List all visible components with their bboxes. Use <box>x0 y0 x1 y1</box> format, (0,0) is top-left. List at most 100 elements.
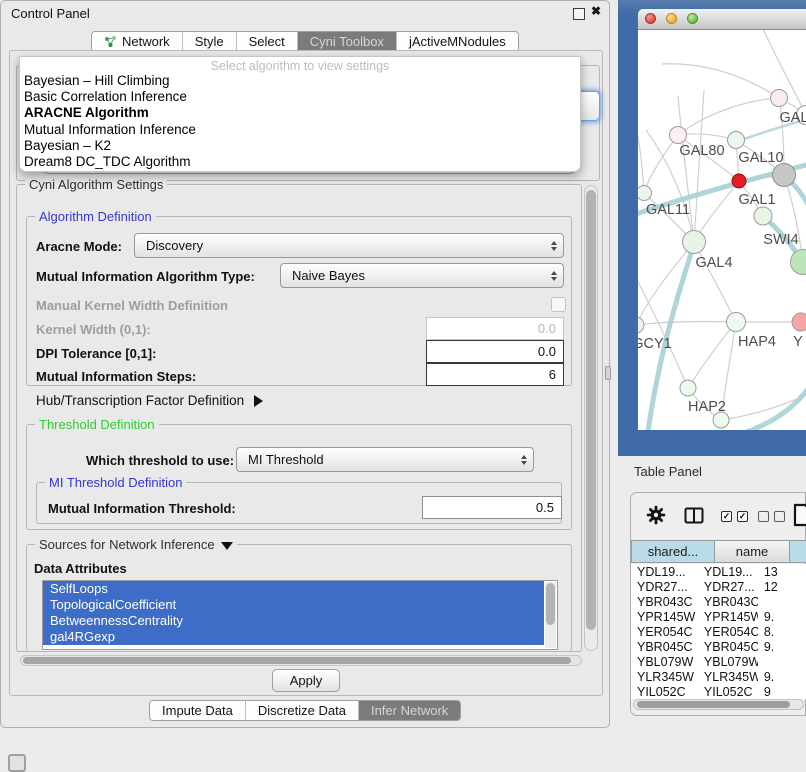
network-node-hap2[interactable] <box>680 380 697 397</box>
aracne-mode-combobox[interactable]: Discovery <box>134 233 564 258</box>
settings-vertical-scrollbar[interactable] <box>584 185 598 651</box>
which-threshold-combobox[interactable]: MI Threshold <box>236 447 534 472</box>
control-panel-title: Control Panel <box>11 6 90 21</box>
tab-infer-network[interactable]: Infer Network <box>358 701 460 720</box>
table-row[interactable]: YBR045CYBR045C9. <box>631 639 806 654</box>
gear-icon[interactable] <box>646 505 666 525</box>
column-header-name[interactable]: name <box>715 540 790 563</box>
attribute-item-selfloops[interactable]: SelfLoops <box>43 581 544 597</box>
sources-group-title: Sources for Network Inference <box>35 537 237 552</box>
table-horizontal-scrollbar[interactable] <box>633 699 804 710</box>
table-cell: YDL19... <box>631 565 698 579</box>
table-row[interactable]: YBR043CYBR043C <box>631 594 806 609</box>
algorithm-option-mutual-information-inference[interactable]: Mutual Information Inference <box>20 122 580 138</box>
network-node-gal10[interactable] <box>727 131 745 149</box>
attribute-item-gal4rgexp[interactable]: gal4RGexp <box>43 629 544 645</box>
kernel-width-label: Kernel Width (0,1): <box>36 322 151 337</box>
settings-horizontal-scrollbar[interactable] <box>20 655 582 666</box>
node-label-gal11: GAL11 <box>646 202 690 218</box>
tab-jactivemnodules[interactable]: jActiveMNodules <box>396 32 518 51</box>
node-label-hap4: HAP4 <box>738 334 776 350</box>
dpi-tolerance-field[interactable]: 0.0 <box>426 340 564 363</box>
hub-definition-toggle[interactable]: Hub/Transcription Factor Definition <box>36 393 263 408</box>
network-node-gal4[interactable] <box>682 230 706 254</box>
algorithm-option-basic-correlation-inference[interactable]: Basic Correlation Inference <box>20 89 580 105</box>
column-header-shared[interactable]: shared... <box>631 540 715 563</box>
node-label-swi4: SWI4 <box>763 232 798 248</box>
network-canvas[interactable]: GAL2GAL80GAL10GAL1GAL11SWI4GAL4GCY1HAP4Y… <box>638 30 806 430</box>
mi-threshold-group-title: MI Threshold Definition <box>45 475 186 490</box>
table-horizontal-scrollbar-thumb[interactable] <box>637 701 790 708</box>
mi-steps-field[interactable]: 6 <box>426 363 564 386</box>
dpi-tolerance-label: DPI Tolerance [0,1]: <box>36 346 156 361</box>
table-row[interactable]: YER054CYER054C8. <box>631 624 806 639</box>
split-columns-icon[interactable] <box>684 507 704 524</box>
network-icon <box>104 35 117 48</box>
network-node[interactable] <box>713 412 730 429</box>
algorithm-option-bayesian-k2[interactable]: Bayesian – K2 <box>20 138 580 154</box>
table-row[interactable]: YIL052CYIL052C9 <box>631 684 806 699</box>
tab-style[interactable]: Style <box>182 32 236 51</box>
node-label-gal4: GAL4 <box>695 255 732 271</box>
network-node-gal2[interactable] <box>770 89 788 107</box>
tab-impute-data[interactable]: Impute Data <box>150 701 245 720</box>
attribute-item-topologicalcoefficient[interactable]: TopologicalCoefficient <box>43 597 544 613</box>
close-traffic-light-icon[interactable] <box>645 13 656 24</box>
algorithm-option-dream8-dc-tdc-algorithm[interactable]: Dream8 DC_TDC Algorithm <box>20 154 580 170</box>
network-node-gal80[interactable] <box>669 126 687 144</box>
document-icon[interactable] <box>793 503 806 527</box>
list-scrollbar-thumb[interactable] <box>546 583 555 625</box>
network-node-hap4[interactable] <box>726 312 746 332</box>
splitter-grip[interactable] <box>605 366 611 380</box>
tab-label: jActiveMNodules <box>409 34 506 49</box>
expand-arrow-icon[interactable] <box>254 395 263 407</box>
data-attributes-list[interactable]: SelfLoopsTopologicalCoefficientBetweenne… <box>42 580 558 650</box>
settings-horizontal-scrollbar-thumb[interactable] <box>23 657 571 664</box>
network-node-gal1[interactable] <box>732 174 747 189</box>
node-label-gal1: GAL1 <box>738 192 775 208</box>
table-row[interactable]: YLR345WYLR345W9. <box>631 669 806 684</box>
table-row[interactable]: YDR27...YDR27...12 <box>631 579 806 594</box>
aracne-mode-label: Aracne Mode: <box>36 239 122 254</box>
deselect-all-checkboxes-icon[interactable] <box>758 511 785 522</box>
float-window-icon[interactable] <box>573 8 585 20</box>
tab-label: Cyni Toolbox <box>310 34 384 49</box>
attribute-item-betweennesscentrality[interactable]: BetweennessCentrality <box>43 613 544 629</box>
tab-select[interactable]: Select <box>236 32 297 51</box>
settings-vertical-scrollbar-thumb[interactable] <box>586 190 596 630</box>
algorithm-dropdown-popup: Select algorithm to view settings Bayesi… <box>19 56 581 172</box>
network-window-titlebar[interactable] <box>638 9 806 30</box>
kernel-width-field[interactable]: 0.0 <box>426 317 564 340</box>
mi-type-combobox[interactable]: Naive Bayes <box>280 263 564 288</box>
network-node-y[interactable] <box>792 313 806 332</box>
zoom-traffic-light-icon[interactable] <box>687 13 698 24</box>
network-node-swi4[interactable] <box>754 207 773 226</box>
algorithm-option-bayesian-hill-climbing[interactable]: Bayesian – Hill Climbing <box>20 73 580 89</box>
manual-kernel-width-checkbox[interactable] <box>551 297 566 312</box>
close-window-icon[interactable]: ✖ <box>591 4 601 18</box>
collapse-arrow-icon[interactable] <box>221 542 233 550</box>
threshold-definition-title: Threshold Definition <box>35 417 159 432</box>
column-header-2[interactable] <box>790 540 806 563</box>
algorithm-option-aracne-algorithm[interactable]: ARACNE Algorithm <box>20 105 580 121</box>
checked-box-icon: ✓ <box>737 511 748 522</box>
minimize-traffic-light-icon[interactable] <box>666 13 677 24</box>
table-row[interactable]: YPR145WYPR145W9. <box>631 609 806 624</box>
spinner-arrows-icon <box>551 271 557 281</box>
table-row[interactable]: YBL079WYBL079W <box>631 654 806 669</box>
mi-steps-label: Mutual Information Steps: <box>36 369 196 384</box>
which-threshold-value: MI Threshold <box>248 452 324 467</box>
network-node[interactable] <box>772 163 796 187</box>
list-scrollbar[interactable] <box>545 582 556 648</box>
mi-threshold-field[interactable]: 0.5 <box>422 496 562 519</box>
table-cell: YER054C <box>698 625 758 639</box>
tab-network[interactable]: Network <box>92 32 182 51</box>
select-all-checkboxes-icon[interactable]: ✓ ✓ <box>721 511 748 522</box>
tab-discretize-data[interactable]: Discretize Data <box>245 701 358 720</box>
table-cell: YER054C <box>631 625 698 639</box>
collapsed-panel-icon[interactable] <box>8 754 26 772</box>
apply-button[interactable]: Apply <box>272 669 340 692</box>
tab-label: Impute Data <box>162 703 233 718</box>
table-row[interactable]: YDL19...YDL19...13 <box>631 564 806 579</box>
tab-cyni-toolbox[interactable]: Cyni Toolbox <box>297 32 396 51</box>
